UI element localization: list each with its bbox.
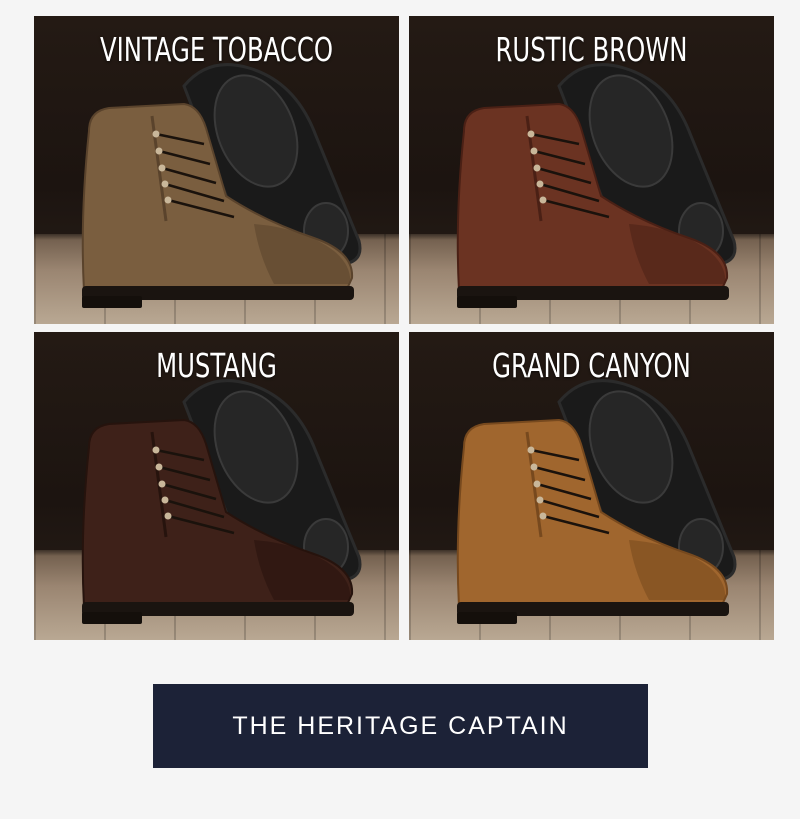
eyelet [155,463,163,471]
eyelet [536,180,544,188]
eyelet [536,496,544,504]
eyelet [527,130,535,138]
variant-title: MUSTANG [156,346,277,385]
eyelet [155,147,163,155]
variant-title: RUSTIC BROWN [495,30,688,69]
variant-tile-grand-canyon[interactable]: GRAND CANYON [409,332,774,640]
variant-tile-mustang[interactable]: MUSTANG [34,332,399,640]
eyelet [152,130,160,138]
eyelet [539,512,547,520]
eyelet [533,480,541,488]
eyelet [530,463,538,471]
variant-grid: VINTAGE TOBACCO RUSTIC BROWN MUSTANG GRA… [34,16,774,640]
boot-heel [82,612,142,624]
heritage-captain-button[interactable]: THE HERITAGE CAPTAIN [153,684,648,768]
eyelet [158,164,166,172]
eyelet [158,480,166,488]
variant-title: VINTAGE TOBACCO [99,30,334,69]
eyelet [164,196,172,204]
variant-tile-vintage-tobacco[interactable]: VINTAGE TOBACCO [34,16,399,324]
eyelet [527,446,535,454]
boot-heel [457,612,517,624]
eyelet [152,446,160,454]
eyelet [161,180,169,188]
eyelet [164,512,172,520]
cta-label: THE HERITAGE CAPTAIN [232,711,569,740]
eyelet [161,496,169,504]
boot-heel [82,296,142,308]
eyelet [530,147,538,155]
eyelet [539,196,547,204]
variant-tile-rustic-brown[interactable]: RUSTIC BROWN [409,16,774,324]
boot-heel [457,296,517,308]
variant-title: GRAND CANYON [492,346,691,385]
eyelet [533,164,541,172]
